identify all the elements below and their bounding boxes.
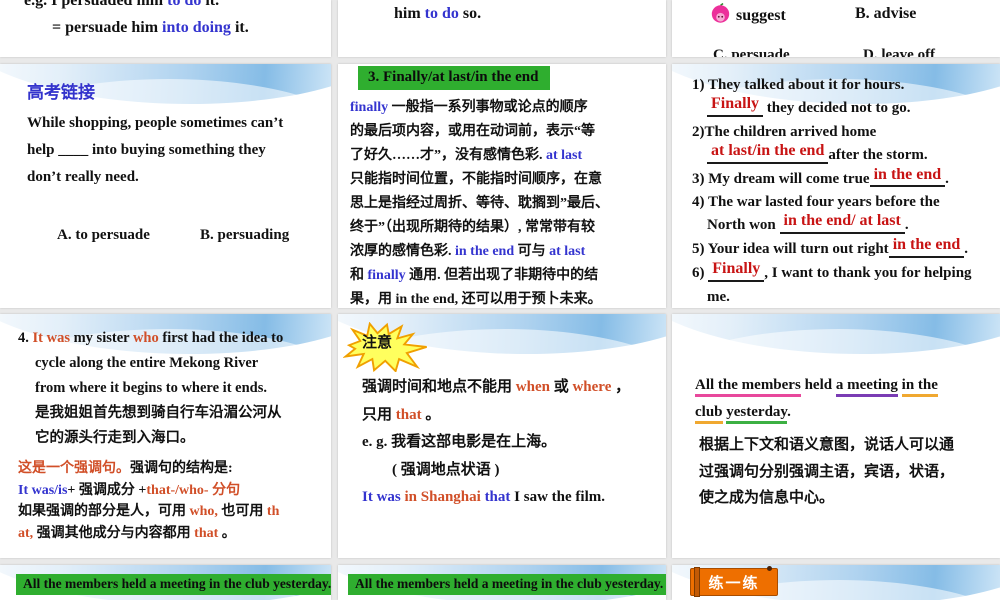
- explanation-line: 过强调句分别强调主语，宾语，状语，: [699, 463, 955, 480]
- banner-dot: [767, 566, 772, 571]
- note-line: 如果强调的部分是人，可用 who, 也可用 th: [18, 504, 280, 519]
- notice-line: 强调时间和地点不能用 when 或 where ，: [362, 379, 631, 395]
- option-b-label: B. advise: [855, 5, 917, 22]
- example-line: him to do so.: [394, 5, 482, 22]
- note-line: 这是一个强调句。强调句的结构是:: [18, 461, 233, 476]
- slide-gaokao-link[interactable]: 高考链接 While shopping, people sometimes ca…: [0, 64, 331, 308]
- explanation-line: 使之成为信息中心。: [699, 490, 835, 506]
- usage-line: 了好久……才”，没有感情色彩. at last: [350, 148, 583, 163]
- example-note-line: ( 强调地点状语 ): [392, 461, 500, 478]
- note-line: It was/is+ 强调成分 +that-/who- 分句: [18, 482, 241, 498]
- usage-line: 思上是指经过周折、等待、耽搁到”最后、: [350, 196, 609, 211]
- question-line: While shopping, people sometimes can’t: [27, 115, 284, 131]
- exercise-line: 5) Your idea will turn out right in the e…: [692, 236, 969, 258]
- slide-wave-decoration: [672, 314, 1000, 356]
- exercise-line: 1) They talked about it for hours.: [692, 77, 905, 93]
- options-row-cd: being persuadeD. be persuaded: [27, 276, 325, 308]
- slide-finally-usage[interactable]: 3. Finally/at last/in the end finally 一般…: [338, 64, 666, 308]
- exercise-line: at last/in the end after the storm.: [692, 142, 996, 168]
- usage-line: 和 finally 通用. 但若出现了非期待中的结: [350, 268, 599, 283]
- example-line: = persuade him into doing it.: [52, 19, 249, 36]
- option-d-clipped: D. leave off: [863, 47, 936, 57]
- slide-suggest-options[interactable]: suggest B. advise C. persuade D. leave o…: [672, 0, 1000, 57]
- usage-line: 果，用 in the end, 还可以用于预卜未来。: [350, 292, 602, 307]
- usage-line: finally 一般指一系列事物或论点的顺序: [350, 100, 588, 115]
- gaokao-link-title: 高考链接: [27, 83, 95, 102]
- highlighted-sentence-bar: All the members held a meeting in the cl…: [16, 574, 331, 595]
- notice-line: 只用 that 。: [362, 406, 441, 423]
- slide-meeting-bar-center[interactable]: All the members held a meeting in the cl…: [338, 565, 666, 600]
- explanation-line: 根据上下文和语义意图，说话人可以通: [699, 437, 955, 453]
- practice-banner-label: 练一练: [708, 575, 760, 592]
- usage-line: 只能指时间位置，不能指时间顺序，在意: [350, 172, 602, 187]
- slide-him-to-do[interactable]: him to do so.: [338, 0, 666, 57]
- usage-line: 终于”（出现所期待的结果）, 常常带有较: [350, 220, 595, 235]
- translation-line: 它的源头行走到入海口。: [35, 430, 195, 446]
- exercise-line: Finally they decided not to go.: [692, 95, 996, 121]
- green-highlight-header: 3. Finally/at last/in the end: [358, 66, 551, 90]
- slide-sorter-grid: e.g. I persuaded him to do it. = persuad…: [0, 0, 1000, 600]
- slide-persuade-example[interactable]: e.g. I persuaded him to do it. = persuad…: [0, 0, 331, 57]
- highlighted-sentence-bar: All the members held a meeting in the cl…: [348, 574, 666, 595]
- option-a-row: suggest: [710, 2, 786, 29]
- example-line: e.g. I persuaded him to do it.: [24, 0, 220, 9]
- translation-line: 是我姐姐首先想到骑自行车沿湄公河从: [35, 405, 282, 421]
- exercise-line: 6) Finally, I want to thank you for help…: [692, 259, 972, 282]
- slide-practice[interactable]: 练一练: [672, 565, 1000, 600]
- slide-emphasis-structure[interactable]: 4. It was my sister who first had the id…: [0, 314, 331, 558]
- butterfly-icon: [57, 303, 119, 308]
- slide-fill-in-exercise[interactable]: 1) They talked about it for hours. Final…: [672, 64, 1000, 308]
- exercise-line: North won in the end/ at last.: [692, 212, 909, 235]
- note-line: at, 强调其他成分与内容都用 that 。: [18, 525, 236, 541]
- exercise-line: 3) My dream will come true in the end.: [692, 165, 949, 188]
- question-line: help ____ into buying something they: [27, 142, 266, 158]
- usage-line: 浓厚的感情色彩. in the end 可与 at last: [350, 244, 586, 259]
- slide-meeting-sentence[interactable]: All the members held a meeting in the cl…: [672, 314, 1000, 558]
- slide-meeting-bar-left[interactable]: All the members held a meeting in the cl…: [0, 565, 331, 600]
- exercise-line: 2)The children arrived home: [692, 123, 877, 140]
- notice-star-label: 注意: [362, 334, 393, 351]
- option-b-label: B. persuading: [200, 227, 290, 243]
- sentence-line: club yesterday.: [695, 399, 994, 426]
- exercise-line: me.: [692, 288, 730, 305]
- question-line: don’t really need.: [27, 169, 139, 185]
- option-a-label: A. to persuade: [57, 227, 150, 243]
- sentence-line: 4. It was my sister who first had the id…: [18, 330, 284, 346]
- exercise-line: 4) The war lasted four years before the: [692, 194, 940, 211]
- option-a-label: suggest: [736, 7, 786, 24]
- slide-notice[interactable]: 注意 强调时间和地点不能用 when 或 where ， 只用 that 。 e…: [338, 314, 666, 558]
- option-c-clipped: C. persuade: [713, 47, 790, 57]
- pink-face-icon: [710, 2, 731, 29]
- example-sentence-line: It was in Shanghai that I saw the film.: [362, 489, 605, 505]
- usage-line: 的最后项内容，或用在动词前，表示“等: [350, 124, 595, 139]
- options-row-ab: A. to persuade B. persuading: [27, 195, 325, 276]
- sentence-line: All the members held a meeting in the: [695, 372, 994, 399]
- practice-banner: 练一练: [690, 566, 778, 597]
- sentence-line: cycle along the entire Mekong River: [35, 355, 259, 371]
- sentence-line: from where it begins to where it ends.: [35, 380, 267, 396]
- example-line: e. g. 我看这部电影是在上海。: [362, 434, 557, 450]
